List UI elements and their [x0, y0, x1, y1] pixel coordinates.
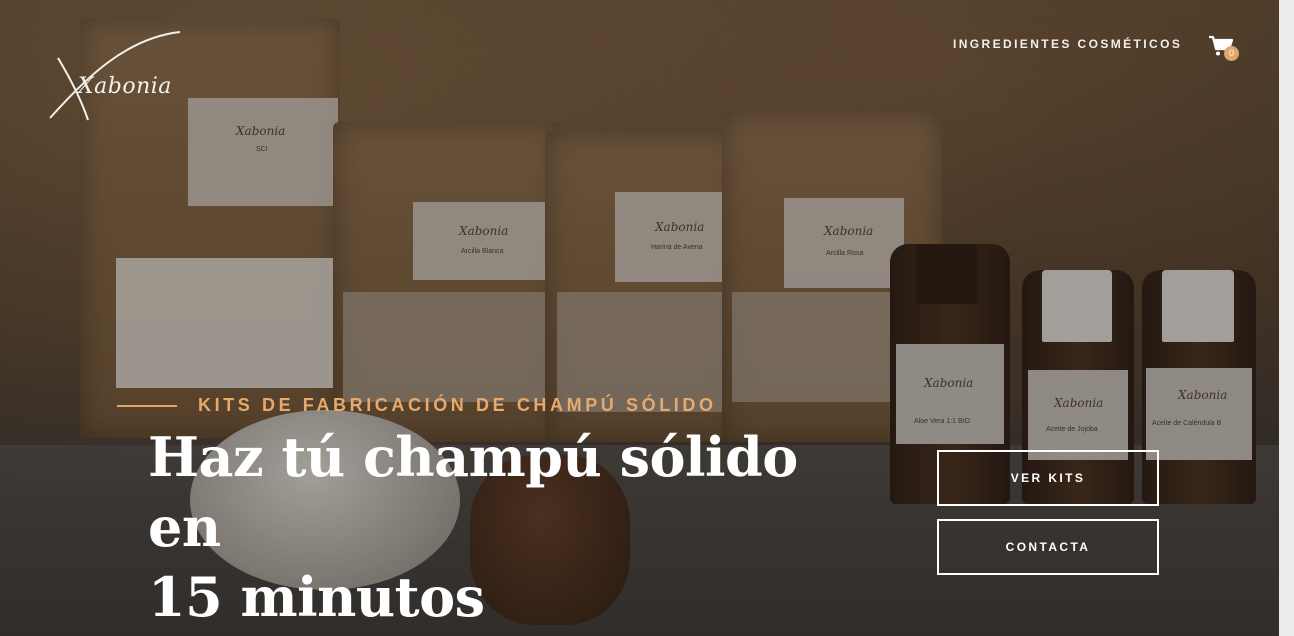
- hero-eyebrow: KITS DE FABRICACIÓN DE CHAMPÚ SÓLIDO: [198, 395, 717, 415]
- hero-headline-line1: Haz tú champú sólido en: [148, 425, 798, 559]
- hero-headline: Haz tú champú sólido en 15 minutos: [148, 422, 848, 632]
- contact-button[interactable]: CONTACTA: [937, 519, 1159, 575]
- nav-link-ingredientes[interactable]: INGREDIENTES COSMÉTICOS: [953, 37, 1182, 51]
- cart-count-badge: 0: [1224, 46, 1239, 61]
- brand-logo-text: Xabonia: [78, 74, 172, 99]
- page-scrollbar[interactable]: [1279, 0, 1294, 636]
- hero-headline-line2: 15 minutos: [148, 565, 485, 629]
- eyebrow-divider: [117, 405, 177, 407]
- see-kits-button[interactable]: VER KITS: [937, 450, 1159, 506]
